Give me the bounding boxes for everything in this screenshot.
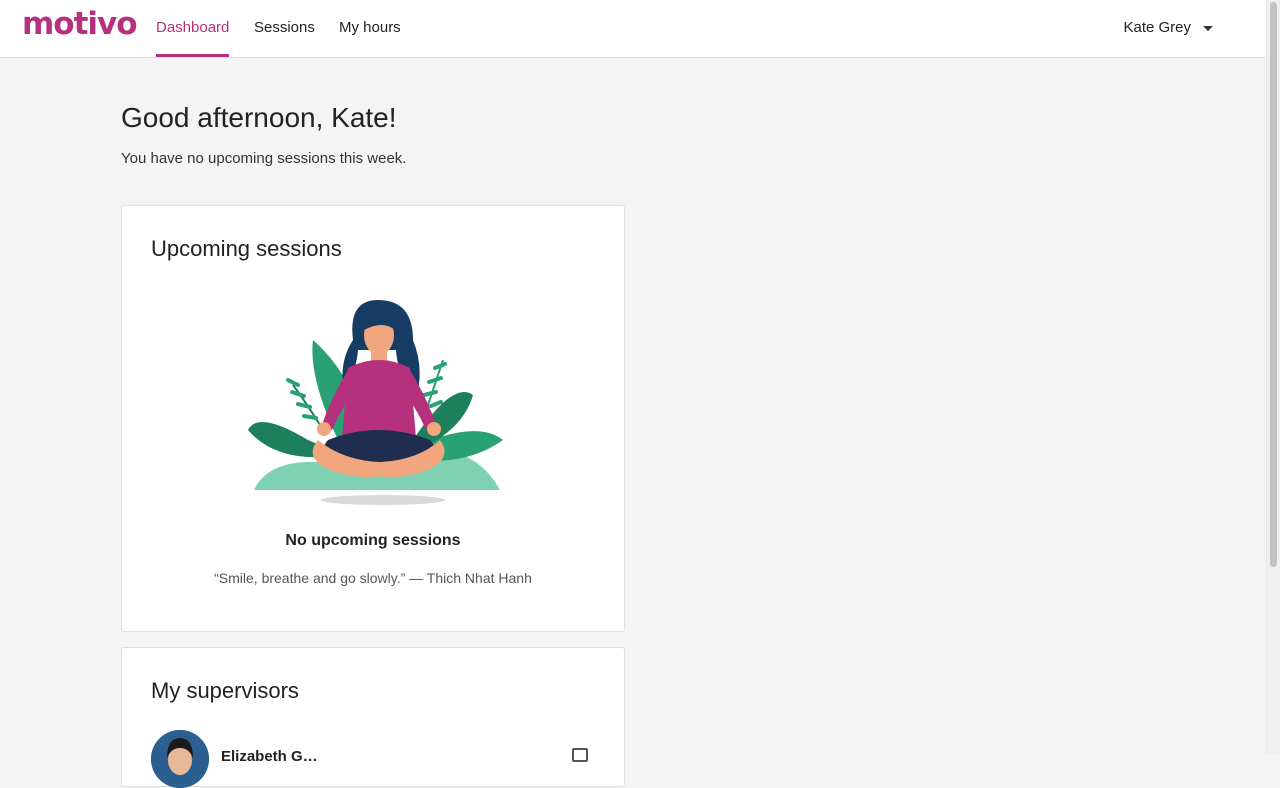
upcoming-sessions-title: Upcoming sessions [151,236,342,261]
inspirational-quote: “Smile, breathe and go slowly.” — Thich … [214,570,532,586]
meditation-illustration [248,300,503,505]
nav-my-hours[interactable]: My hours [339,19,401,57]
caret-down-icon [1203,26,1213,31]
top-navbar: motivo Dashboard Sessions My hours Kate … [0,0,1267,58]
scrollbar-thumb[interactable] [1270,2,1277,567]
avatar[interactable] [151,730,209,788]
nav-dashboard[interactable]: Dashboard [156,19,230,57]
greeting-heading: Good afternoon, Kate! [121,102,397,133]
message-icon[interactable] [572,748,588,762]
greeting-subtext: You have no upcoming sessions this week. [121,150,407,167]
my-supervisors-card: My supervisors Elizabeth G… [121,647,625,788]
user-name: Kate Grey [1123,19,1191,36]
no-upcoming-sessions-text: No upcoming sessions [285,532,461,549]
scrollbar[interactable] [1266,0,1280,754]
nav-sessions[interactable]: Sessions [254,19,315,57]
user-menu[interactable]: Kate Grey [1123,19,1213,36]
my-supervisors-title: My supervisors [151,678,299,703]
motivo-logo[interactable]: motivo [22,6,138,42]
upcoming-sessions-card: Upcoming sessions No upcoming sessions “… [121,205,625,632]
supervisor-name[interactable]: Elizabeth G… [221,748,318,765]
